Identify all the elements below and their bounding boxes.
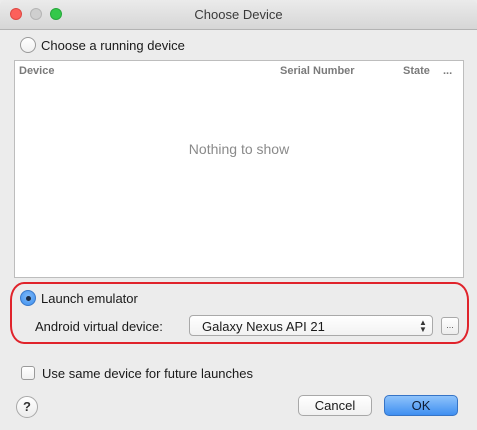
empty-table-message: Nothing to show xyxy=(188,141,290,157)
cancel-button[interactable]: Cancel xyxy=(298,395,372,416)
ok-button[interactable]: OK xyxy=(384,395,458,416)
updown-arrows-icon: ▲ ▼ xyxy=(419,318,427,334)
title-bar: Choose Device xyxy=(0,0,477,30)
launch-emulator-label[interactable]: Launch emulator xyxy=(41,291,138,306)
device-table[interactable]: Device Serial Number State ... Nothing t… xyxy=(14,60,464,278)
column-state[interactable]: State xyxy=(403,65,430,77)
column-device[interactable]: Device xyxy=(19,65,54,77)
avd-select[interactable]: Galaxy Nexus API 21 ▲ ▼ xyxy=(189,315,433,336)
column-more[interactable]: ... xyxy=(443,65,452,77)
launch-emulator-radio[interactable] xyxy=(20,290,36,306)
help-button[interactable]: ? xyxy=(16,396,38,418)
avd-label: Android virtual device: xyxy=(35,319,163,334)
use-same-device-label[interactable]: Use same device for future launches xyxy=(42,366,253,381)
device-table-header: Device Serial Number State ... xyxy=(15,61,463,81)
column-serial-number[interactable]: Serial Number xyxy=(280,65,355,77)
choose-running-device-radio[interactable] xyxy=(20,37,36,53)
avd-select-value: Galaxy Nexus API 21 xyxy=(202,319,325,334)
use-same-device-checkbox[interactable] xyxy=(21,366,35,380)
browse-avd-button[interactable]: ... xyxy=(441,317,459,335)
choose-running-device-label[interactable]: Choose a running device xyxy=(41,38,185,53)
window-title: Choose Device xyxy=(194,7,283,22)
